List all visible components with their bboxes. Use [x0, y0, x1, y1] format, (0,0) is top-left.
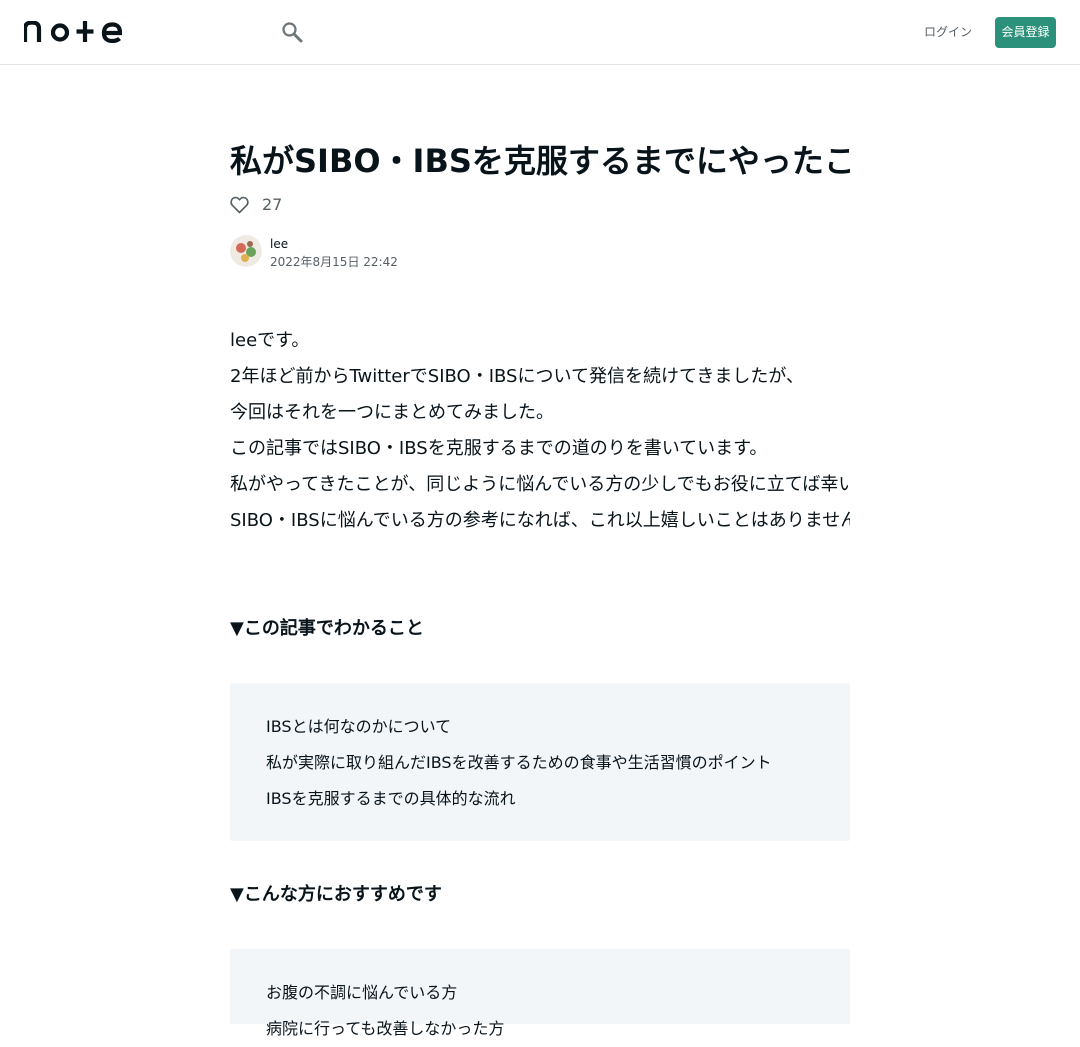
body-paragraph: 今回はそれを一つにまとめてみました。 [230, 402, 554, 423]
recommend-box: お腹の不調に悩んでいる方 病院に行っても改善しなかった方 [230, 949, 850, 1038]
body-paragraph: SIBO・IBSに悩んでいる方の参考になれば、これ以上嬉しいことはありません。 [230, 510, 850, 531]
note-logo-mark [22, 20, 123, 44]
like-count: 27 [262, 195, 283, 214]
signup-button[interactable]: 会員登録 [995, 17, 1056, 48]
summary-item: IBSとは何なのかについて [266, 717, 452, 736]
heart-icon[interactable] [230, 196, 249, 214]
summary-box: IBSとは何なのかについて 私が実際に取り組んだIBSを改善するための食事や生活… [230, 683, 850, 841]
recommend-item: お腹の不調に悩んでいる方 [266, 983, 458, 1002]
body-paragraph: leeです。 [230, 330, 310, 351]
summary-item: 私が実際に取り組んだIBSを改善するための食事や生活習慣のポイント [266, 753, 772, 772]
body-paragraph: 2年ほど前からTwitterでSIBO・IBSについて発信を続けてきましたが、 [230, 366, 805, 387]
body-paragraph: この記事ではSIBO・IBSを克服するまでの道のりを書いています。 [230, 438, 768, 459]
article-body: leeです。 2年ほど前からTwitterでSIBO・IBSについて発信を続けて… [230, 323, 850, 539]
note-logo[interactable] [22, 20, 123, 47]
site-header: ログイン 会員登録 [0, 0, 1080, 65]
post-date: 2022年8月15日 22:42 [270, 255, 398, 269]
recommend-item: 病院に行っても改善しなかった方 [266, 1019, 505, 1038]
section-heading: ▼こんな方におすすめです [230, 884, 442, 905]
article-title: 私がSIBO・IBSを克服するまでにやったこと [230, 142, 850, 180]
author-name[interactable]: lee [270, 236, 288, 252]
section-heading: ▼この記事でわかること [230, 618, 424, 639]
login-link[interactable]: ログイン [922, 17, 974, 47]
summary-item: IBSを克服するまでの具体的な流れ [266, 789, 516, 808]
search-icon[interactable] [281, 21, 303, 43]
avatar[interactable] [230, 235, 262, 267]
body-paragraph: 私がやってきたことが、同じように悩んでいる方の少しでもお役に立てば幸いです。 [230, 474, 850, 495]
